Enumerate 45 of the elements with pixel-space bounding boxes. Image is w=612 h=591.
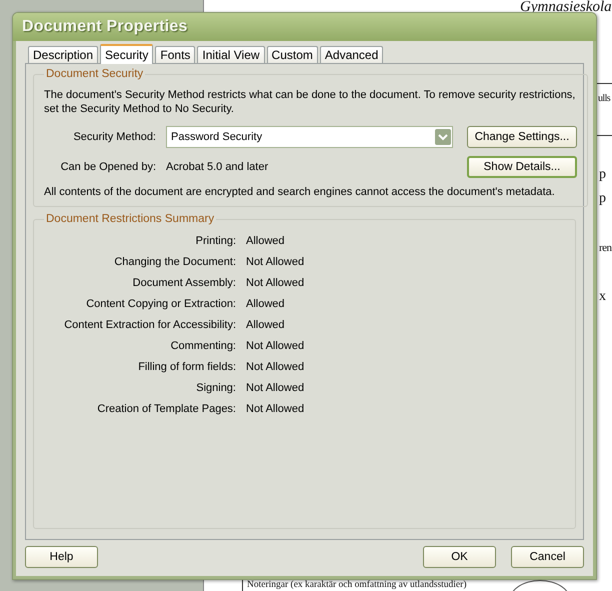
restriction-label: Signing:: [195, 382, 236, 394]
restriction-label: Document Assembly:: [132, 277, 236, 289]
document-text: ulls: [598, 94, 610, 104]
group-heading: Document Restrictions Summary: [45, 213, 216, 225]
note-text: All contents of the document are encrypted and search engines cannot access the document's metadata.: [44, 186, 556, 198]
document-text: ren: [599, 243, 612, 254]
window-title: Document Properties: [22, 18, 188, 36]
security-method-dropdown[interactable]: Password Security: [166, 126, 453, 148]
restriction-label: Printing:: [194, 235, 236, 247]
restriction-value: Allowed: [246, 298, 286, 310]
restriction-value: Not Allowed: [246, 277, 306, 289]
tab[interactable]: Initial View: [197, 46, 265, 63]
restriction-value: Not Allowed: [246, 340, 306, 352]
restriction-label: Creation of Template Pages:: [96, 403, 236, 415]
document-text: p: [599, 168, 606, 182]
document-text: p: [599, 192, 606, 206]
help-button[interactable]: Help: [25, 546, 98, 568]
restriction-value: Allowed: [246, 319, 286, 331]
document-text: Gymnasieskola: [520, 0, 612, 15]
document-text: x: [599, 290, 606, 304]
tab[interactable]: Description: [28, 46, 98, 63]
cancel-button[interactable]: Cancel: [511, 546, 584, 568]
field-value: Acrobat 5.0 and later: [166, 161, 270, 173]
restriction-label: Content Extraction for Accessibility:: [63, 319, 236, 331]
group-heading: Document Security: [45, 68, 144, 80]
tab[interactable]: Fonts: [155, 46, 196, 63]
field-label: Can be Opened by:: [60, 161, 157, 173]
field-label: Security Method:: [72, 131, 157, 143]
restriction-value: Not Allowed: [246, 403, 306, 415]
description-text: The document's Security Method restricts what can be done to the document. To remove security restrictions, set the Security Method to No Security.: [44, 88, 576, 116]
tab[interactable]: Advanced: [320, 46, 384, 63]
restriction-value: Not Allowed: [246, 256, 306, 268]
restriction-label: Content Copying or Extraction:: [85, 298, 236, 310]
restriction-value: Allowed: [246, 235, 286, 247]
restriction-value: Not Allowed: [246, 361, 306, 373]
tab[interactable]: Security: [100, 44, 154, 64]
change-settings-button[interactable]: Change Settings...: [467, 126, 577, 148]
restriction-value: Not Allowed: [246, 382, 306, 394]
tab[interactable]: Custom: [266, 46, 318, 63]
restriction-label: Changing the Document:: [113, 256, 236, 268]
document-text: Noteringar (ex karaktär och omfattning av utlandsstudier): [247, 581, 466, 590]
show-details-button[interactable]: Show Details...: [467, 156, 577, 178]
restriction-label: Commenting:: [170, 340, 236, 352]
ok-button[interactable]: OK: [423, 546, 496, 568]
restriction-label: Filling of form fields:: [137, 361, 236, 373]
